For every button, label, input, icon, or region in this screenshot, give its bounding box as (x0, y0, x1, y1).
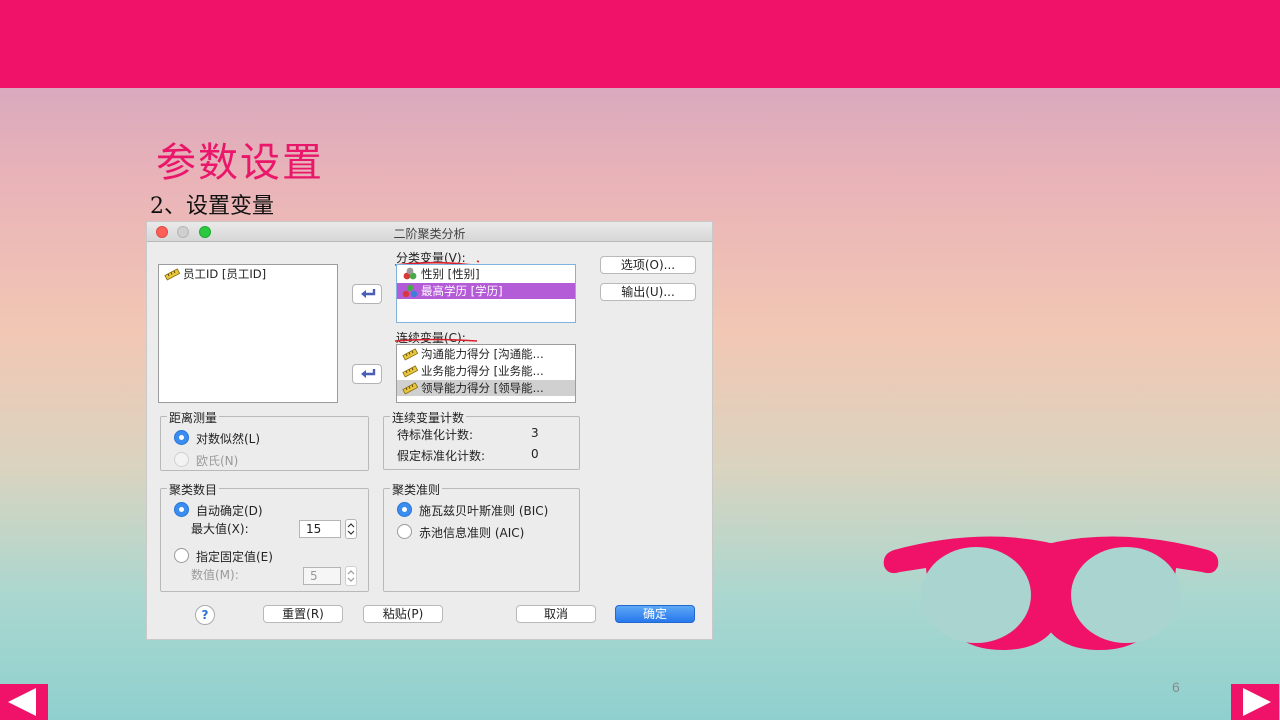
scale-ruler-icon (164, 268, 180, 281)
page-number: 6 (1172, 679, 1180, 695)
list-item-label: 最高学历 [学历] (421, 284, 503, 298)
scale-ruler-icon (402, 382, 418, 395)
list-item[interactable]: 业务能力得分 [业务能... (397, 363, 575, 379)
radio-label: 赤池信息准则 (AIC) (419, 526, 525, 540)
radio-bic[interactable] (397, 502, 412, 517)
ok-button[interactable]: 确定 (615, 605, 695, 623)
radio-euclidean[interactable] (174, 452, 189, 467)
two-step-cluster-dialog: 二阶聚类分析 员工ID [员工ID] 分类变量(V): 性别 [性别] 最高学历… (146, 221, 713, 640)
scale-ruler-icon (402, 348, 418, 361)
standardize-count-value: 3 (531, 426, 539, 440)
list-item-label: 性别 [性别] (421, 267, 480, 281)
group-title: 连续变量计数 (390, 409, 467, 426)
cancel-button[interactable]: 取消 (516, 605, 596, 623)
fixed-clusters-stepper[interactable] (345, 566, 357, 586)
list-item-label: 领导能力得分 [领导能... (421, 381, 544, 395)
standardize-count-label: 待标准化计数: (397, 428, 474, 442)
list-item[interactable]: 沟通能力得分 [沟通能... (397, 346, 575, 362)
next-slide-button[interactable] (1231, 684, 1279, 720)
count-value-label: 数值(M): (191, 568, 239, 582)
radio-log-likelihood[interactable] (174, 430, 189, 445)
distance-measure-group: 距离测量 (160, 409, 369, 471)
dialog-titlebar: 二阶聚类分析 (147, 222, 712, 242)
assumed-count-value: 0 (531, 447, 539, 461)
arrow-right-icon (1243, 688, 1271, 716)
reset-button[interactable]: 重置(R) (263, 605, 343, 623)
continuous-variable-list[interactable]: 沟通能力得分 [沟通能... 业务能力得分 [业务能... 领导能力得分 [领导… (396, 344, 576, 403)
list-item-label: 沟通能力得分 [沟通能... (421, 347, 544, 361)
arrow-left-icon (8, 688, 36, 716)
output-button[interactable]: 输出(U)... (600, 283, 696, 301)
group-title: 聚类数目 (167, 481, 220, 498)
fixed-clusters-input[interactable]: 5 (303, 567, 341, 585)
list-item-selected[interactable]: 领导能力得分 [领导能... (397, 380, 575, 396)
categorical-variable-list[interactable]: 性别 [性别] 最高学历 [学历] (396, 264, 576, 323)
slide-title: 参数设置 (156, 140, 324, 186)
radio-label: 施瓦兹贝叶斯准则 (BIC) (419, 504, 549, 518)
group-title: 聚类准则 (390, 481, 443, 498)
list-item-label: 业务能力得分 [业务能... (421, 364, 544, 378)
arrow-left-icon (361, 369, 376, 378)
previous-slide-button[interactable] (0, 684, 48, 720)
nominal-icon (403, 267, 417, 280)
max-clusters-input[interactable]: 15 (299, 520, 341, 538)
list-item[interactable]: 性别 [性别] (397, 266, 575, 282)
radio-label: 指定固定值(E) (196, 550, 273, 564)
radio-fixed-number[interactable] (174, 548, 189, 563)
paste-button[interactable]: 粘贴(P) (363, 605, 443, 623)
scale-ruler-icon (402, 365, 418, 378)
help-button[interactable]: ? (195, 605, 215, 625)
max-value-label: 最大值(X): (191, 522, 249, 536)
radio-label: 对数似然(L) (196, 432, 261, 446)
radio-auto-determine[interactable] (174, 502, 189, 517)
list-item-label: 员工ID [员工ID] (183, 267, 267, 281)
group-title: 距离测量 (167, 409, 220, 426)
max-clusters-stepper[interactable] (345, 519, 357, 539)
options-button[interactable]: 选项(O)... (600, 256, 696, 274)
radio-label: 欧氏(N) (196, 454, 239, 468)
arrow-left-icon (361, 289, 376, 298)
stepper-arrows-icon (347, 523, 355, 535)
radio-aic[interactable] (397, 524, 412, 539)
glasses-decoration-icon (883, 536, 1219, 651)
slide-subtitle: 2、设置变量 (150, 194, 274, 219)
assumed-count-label: 假定标准化计数: (397, 449, 486, 463)
stepper-arrows-icon (347, 570, 355, 582)
move-to-categorical-button[interactable] (352, 284, 382, 304)
radio-label: 自动确定(D) (196, 504, 263, 518)
dialog-title: 二阶聚类分析 (393, 227, 466, 241)
source-variable-list[interactable]: 员工ID [员工ID] (158, 264, 338, 403)
list-item-selected[interactable]: 最高学历 [学历] (397, 283, 575, 299)
top-banner (0, 0, 1280, 88)
ordinal-icon (402, 284, 418, 298)
move-to-continuous-button[interactable] (352, 364, 382, 384)
list-item[interactable]: 员工ID [员工ID] (159, 266, 337, 282)
